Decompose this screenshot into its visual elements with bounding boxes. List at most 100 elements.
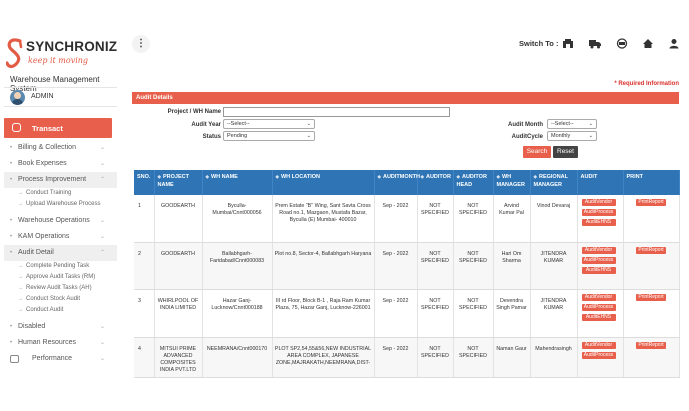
sidebar-item-warehouse-operations[interactable]: • Warehouse Operations ⌄ — [4, 213, 117, 229]
cell-location: III rd Floor, Block B-1 , Raja Ram Kumar… — [272, 289, 375, 338]
audit-vendor-button[interactable]: AuditVendor — [581, 199, 616, 206]
audit-month-select[interactable]: --Select-- ⌄ — [547, 119, 597, 129]
sidebar-item-audit-detail[interactable]: • Audit Detail ⌃ — [4, 245, 117, 261]
column-header[interactable]: ◆ WH NAME — [202, 170, 273, 195]
audit-process-button[interactable]: AuditProcess — [581, 303, 616, 311]
column-header[interactable]: ◆ AUDITOR — [417, 170, 454, 195]
sidebar-item-process-improvement[interactable]: • Process Improvement ⌃ — [4, 172, 117, 188]
sidebar-item-label: Book Expenses — [18, 160, 67, 167]
reset-button[interactable]: Reset — [553, 146, 578, 158]
submenu-approve-audit-tasks[interactable]: → Approve Audit Tasks (RM) — [4, 272, 117, 283]
cell-regional-manager: Mahendrasingh — [530, 337, 578, 378]
audit-process-button[interactable]: AuditProcess — [581, 351, 616, 359]
page: SYNCHRONIZED keep it moving Warehouse Ma… — [0, 0, 689, 411]
column-header-label: AUDITOR HEAD — [456, 174, 487, 188]
audit-cycle-label: AuditCycle — [511, 134, 543, 140]
sort-icon: ◆ — [533, 174, 537, 179]
print-report-button[interactable]: PrintReport — [636, 341, 666, 349]
truck-icon[interactable] — [589, 38, 601, 49]
sort-icon: ◆ — [496, 174, 500, 179]
column-header[interactable]: ◆ AUDITMONTH — [374, 170, 420, 195]
arrow-right-icon: → — [18, 201, 24, 207]
sort-icon: ◆ — [275, 174, 279, 179]
chevron-up-icon: ⌃ — [99, 250, 105, 256]
column-header[interactable]: ◆ PROJECT NAME — [154, 170, 203, 195]
column-header[interactable]: ◆ WH MANAGER — [493, 170, 531, 195]
column-header[interactable]: SNO. — [134, 170, 155, 195]
brand-logo[interactable]: SYNCHRONIZED keep it moving — [6, 35, 117, 73]
more-menu-button[interactable]: ⋮ — [132, 35, 150, 53]
audit-cycle-select[interactable]: Monthly ⌄ — [547, 131, 597, 141]
audit-vendor-button[interactable]: AuditVendor — [581, 293, 616, 301]
submenu-complete-pending-task[interactable]: → Complete Pending Task — [4, 261, 117, 272]
submenu-label: Conduct Audit — [26, 307, 64, 313]
cell-regional-manager: Vinod Devaraj — [530, 195, 578, 243]
column-header[interactable]: ◆ WH LOCATION — [272, 170, 375, 195]
chevron-down-icon: ⌄ — [99, 324, 105, 330]
cell-location: Prem Estate "B" Wing, Sant Savta Cross R… — [272, 195, 375, 243]
home-icon[interactable] — [642, 38, 654, 49]
submenu-label: Complete Pending Task — [26, 263, 90, 269]
top-bar: ⋮ Switch To : — [121, 30, 689, 59]
chevron-down-icon: ⌄ — [99, 340, 105, 346]
sidebar-item-label: Billing & Collection — [18, 144, 76, 151]
cell-sno: 2 — [134, 242, 155, 290]
print-report-button[interactable]: PrintReport — [636, 199, 666, 206]
audit-process-button[interactable]: AuditProcess — [581, 256, 616, 264]
audit-vendor-button[interactable]: AuditVendor — [581, 246, 616, 254]
cell-location: PLOT SP2,54,55&56,NEW INDUSTRIAL AREA CO… — [272, 337, 375, 378]
print-report-button[interactable]: PrintReport — [636, 293, 666, 301]
submenu-conduct-stock-audit[interactable]: → Conduct Stock Audit — [4, 294, 117, 305]
submenu-label: Review Audit Tasks (AH) — [26, 285, 92, 291]
performance-icon — [10, 355, 19, 363]
warehouse-icon[interactable] — [562, 38, 574, 49]
submenu-conduct-training[interactable]: → Conduct Training — [4, 188, 117, 199]
table-row: 2 GOODEARTH Ballabhgarh-Faridabad/Cnnt00… — [134, 242, 680, 290]
chevron-down-icon: ⌄ — [99, 356, 105, 362]
project-input[interactable] — [223, 107, 450, 117]
sidebar-item-kam-operations[interactable]: • KAM Operations ⌄ — [4, 229, 117, 245]
cell-auditor-head: NOT SPECIFIED — [453, 195, 494, 243]
cell-auditor-head: NOT SPECIFIED — [453, 242, 494, 290]
logo-s-icon — [6, 38, 23, 69]
column-header[interactable]: ◆ REGIONAL MANAGER — [530, 170, 578, 195]
audit-process-button[interactable]: AuditProcess — [581, 209, 616, 216]
sidebar-item-performance[interactable]: Performance ⌄ — [4, 351, 117, 367]
audit-ehns-button[interactable]: AuditEHNS — [581, 266, 616, 274]
sort-icon: ◆ — [157, 174, 161, 179]
audit-ehns-button[interactable]: AuditEHNS — [581, 219, 616, 226]
column-header[interactable]: ◆ AUDITOR HEAD — [453, 170, 494, 195]
audit-vendor-button[interactable]: AuditVendor — [581, 341, 616, 349]
required-note: * Required Information — [614, 81, 679, 87]
cell-auditor: NOT SPECIFIED — [417, 195, 454, 243]
audit-ehns-button[interactable]: AuditEHNS — [581, 313, 616, 321]
audit-year-select[interactable]: --Select-- ⌄ — [223, 119, 315, 129]
submenu-review-audit-tasks[interactable]: → Review Audit Tasks (AH) — [4, 283, 117, 294]
sidebar-item-book-expenses[interactable]: • Book Expenses ⌄ — [4, 156, 117, 172]
sidebar-item-billing[interactable]: • Billing & Collection ⌄ — [4, 140, 117, 156]
submenu-conduct-audit[interactable]: → Conduct Audit — [4, 305, 117, 316]
cell-auditor-head: NOT SPECIFIED — [453, 289, 494, 338]
cell-wh-name: Ballabhgarh-Faridabad/Cnnt000083 — [202, 242, 273, 290]
search-button[interactable]: Search — [523, 146, 551, 158]
audit-table: SNO. ◆ PROJECT NAME ◆ WH NAME ◆ WH LOCATION… — [134, 170, 680, 378]
sidebar-item-disabled[interactable]: • Disabled ⌄ — [4, 319, 117, 335]
support-icon[interactable] — [616, 38, 628, 49]
sidebar-item-transact[interactable]: Transact — [4, 118, 112, 138]
user-profile[interactable]: ADMIN — [4, 87, 117, 107]
user-icon[interactable] — [668, 38, 680, 49]
column-header-label: WH MANAGER — [496, 174, 525, 188]
transact-icon — [12, 123, 21, 132]
column-header[interactable]: AUDIT — [577, 170, 624, 195]
sidebar-item-human-resources[interactable]: • Human Resources ⌄ — [4, 335, 117, 351]
chevron-down-icon: ⌄ — [306, 133, 311, 139]
brand-name: SYNCHRONIZED — [26, 39, 117, 54]
cell-regional-manager: JITENDRA KUMAR — [530, 289, 578, 338]
status-select[interactable]: Pending ⌄ — [223, 131, 315, 141]
submenu-upload-warehouse-process[interactable]: → Upload Warehouse Process — [4, 199, 117, 210]
print-report-button[interactable]: PrintReport — [636, 246, 666, 254]
audit-year-value: --Select-- — [227, 121, 250, 127]
column-header[interactable]: PRINT — [623, 170, 680, 195]
sidebar-item-label: Human Resources — [18, 339, 76, 346]
column-header-label: WH NAME — [210, 174, 238, 180]
